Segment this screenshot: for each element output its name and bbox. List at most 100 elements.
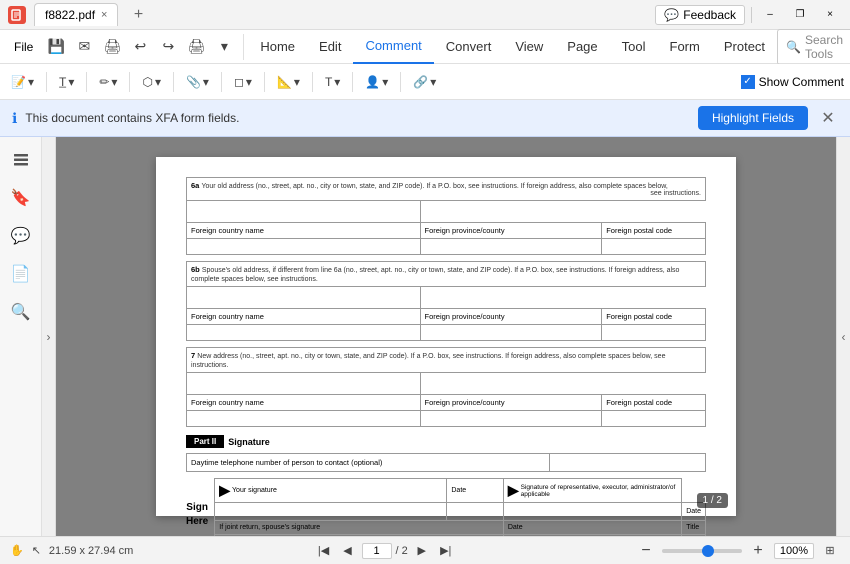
foreign-postal-2-label: Foreign postal code — [602, 309, 706, 325]
add-tab-btn[interactable]: + — [126, 3, 150, 27]
page-number-input[interactable] — [362, 543, 392, 559]
foreign-country-3-field[interactable] — [187, 411, 421, 427]
highlight-fields-button[interactable]: Highlight Fields — [698, 106, 808, 130]
tab-view[interactable]: View — [503, 30, 555, 64]
measure-icon: 📐 — [277, 75, 292, 89]
file-tab[interactable]: f8822.pdf × — [34, 3, 118, 26]
prev-page-btn[interactable]: ◀ — [338, 541, 358, 561]
text-highlight-tool[interactable]: T̲ ▾ — [54, 68, 79, 96]
date-1-field[interactable] — [447, 503, 503, 521]
restore-button[interactable]: ❐ — [788, 3, 812, 27]
daytime-phone-field[interactable] — [550, 454, 706, 472]
section-6b-field[interactable] — [187, 287, 421, 309]
sidebar-bookmark-btn[interactable]: 🔖 — [6, 183, 36, 213]
joint-return-field[interactable] — [215, 535, 504, 537]
pen-tool[interactable]: ✏ ▾ — [94, 68, 122, 96]
date-1-label: Date — [447, 479, 503, 503]
link-tool[interactable]: 🔗 ▾ — [408, 68, 441, 96]
foreign-postal-3-field[interactable] — [602, 411, 706, 427]
your-signature-field[interactable] — [215, 503, 447, 521]
show-comment-toggle[interactable]: ✓ Show Comment — [741, 75, 844, 89]
tab-comment[interactable]: Comment — [353, 30, 433, 64]
close-button[interactable]: × — [818, 3, 842, 27]
stamp-tool[interactable]: ⬡ ▾ — [137, 68, 166, 96]
shapes-tool[interactable]: ◻ ▾ — [229, 68, 257, 96]
page-navigation: |◀ ◀ / 2 ▶ ▶| — [314, 541, 456, 561]
sign-here-label: SignHere — [186, 501, 208, 529]
zoom-in-btn[interactable]: + — [748, 541, 768, 561]
left-panel-toggle[interactable]: › — [42, 137, 56, 536]
toolbar-separator-9 — [400, 72, 401, 92]
section-7-desc: New address (no., street, apt. no., city… — [191, 353, 665, 369]
xfa-close-button[interactable]: ✕ — [818, 108, 838, 128]
print2-tool[interactable]: 🖨 — [183, 34, 209, 60]
sidebar-layers-btn[interactable] — [6, 145, 36, 175]
last-page-btn[interactable]: ▶| — [436, 541, 456, 561]
your-signature-row: ▶ Your signature — [219, 482, 442, 499]
tab-form[interactable]: Form — [658, 30, 712, 64]
arrow-tool-icon[interactable]: ↖ — [32, 544, 41, 557]
sidebar-search-btn[interactable]: 🔍 — [6, 297, 36, 327]
sidebar-comment-btn[interactable]: 💬 — [6, 221, 36, 251]
zoom-out-btn[interactable]: − — [636, 541, 656, 561]
measure-tool[interactable]: 📐 ▾ — [272, 68, 305, 96]
foreign-province-1-field[interactable] — [420, 239, 602, 255]
first-page-btn[interactable]: |◀ — [314, 541, 334, 561]
user-tool[interactable]: 👤 ▾ — [360, 68, 393, 96]
sidebar-pages-btn[interactable]: 📄 — [6, 259, 36, 289]
section-6a-desc: Your old address (no., street, apt. no.,… — [201, 183, 667, 190]
separator-icon — [751, 7, 752, 23]
print-tool[interactable]: 🖨 — [99, 34, 125, 60]
foreign-postal-1-field[interactable] — [602, 239, 706, 255]
section-6a-field[interactable] — [187, 201, 421, 223]
highlight-icon: T̲ — [59, 75, 66, 89]
foreign-country-2-field[interactable] — [187, 325, 421, 341]
foreign-province-2-field[interactable] — [420, 325, 602, 341]
tab-home[interactable]: Home — [248, 30, 307, 64]
zoom-slider[interactable] — [662, 549, 742, 553]
search-tools[interactable]: 🔍 Search Tools — [777, 29, 850, 65]
zoom-thumb[interactable] — [702, 545, 714, 557]
foreign-province-3-field[interactable] — [420, 411, 602, 427]
typewriter-tool[interactable]: T ▾ — [320, 68, 345, 96]
minimize-button[interactable]: – — [758, 3, 782, 27]
title-label: Title — [682, 521, 706, 535]
date-3-field[interactable] — [503, 535, 681, 537]
hand-tool-icon[interactable]: ✋ — [10, 544, 24, 557]
section-6b-desc: Spouse's old address, if different from … — [191, 267, 679, 283]
tab-close-btn[interactable]: × — [101, 9, 107, 21]
save-tool[interactable]: 💾 — [43, 34, 69, 60]
zoom-input[interactable] — [774, 543, 814, 559]
tab-page[interactable]: Page — [555, 30, 609, 64]
tab-tool[interactable]: Tool — [610, 30, 658, 64]
form-section-6a: 6a Your old address (no., street, apt. n… — [186, 177, 706, 255]
pdf-viewer[interactable]: 6a Your old address (no., street, apt. n… — [56, 137, 836, 536]
right-panel-toggle[interactable]: ‹ — [836, 137, 850, 536]
foreign-country-2-label: Foreign country name — [187, 309, 421, 325]
show-comment-checkbox[interactable]: ✓ — [741, 75, 755, 89]
foreign-postal-2-field[interactable] — [602, 325, 706, 341]
undo-tool[interactable]: ↩ — [127, 34, 153, 60]
section-7-field[interactable] — [187, 373, 421, 395]
tab-edit[interactable]: Edit — [307, 30, 353, 64]
toolbar-separator-1 — [46, 72, 47, 92]
menu-right: 🔍 Search Tools ↗ ‹ › — [777, 29, 850, 65]
file-menu[interactable]: File — [4, 30, 43, 63]
tab-protect[interactable]: Protect — [712, 30, 777, 64]
fit-page-btn[interactable]: ⊞ — [820, 541, 840, 561]
sticky-note-tool[interactable]: 📝 ▾ — [6, 68, 39, 96]
form-section-6b: 6b Spouse's old address, if different fr… — [186, 261, 706, 341]
next-page-btn[interactable]: ▶ — [412, 541, 432, 561]
foreign-postal-3-label: Foreign postal code — [602, 395, 706, 411]
toolbar-separator-4 — [173, 72, 174, 92]
redo-tool[interactable]: ↪ — [155, 34, 181, 60]
title-field[interactable] — [682, 535, 706, 537]
attach-icon: 📎 — [186, 75, 201, 89]
dropdown-tool[interactable]: ▾ — [211, 34, 237, 60]
feedback-button[interactable]: 💬 Feedback — [655, 5, 745, 25]
foreign-country-1-field[interactable] — [187, 239, 421, 255]
attach-tool[interactable]: 📎 ▾ — [181, 68, 214, 96]
tab-convert[interactable]: Convert — [434, 30, 504, 64]
email-tool[interactable]: ✉ — [71, 34, 97, 60]
rep-signature-field[interactable] — [503, 503, 681, 521]
